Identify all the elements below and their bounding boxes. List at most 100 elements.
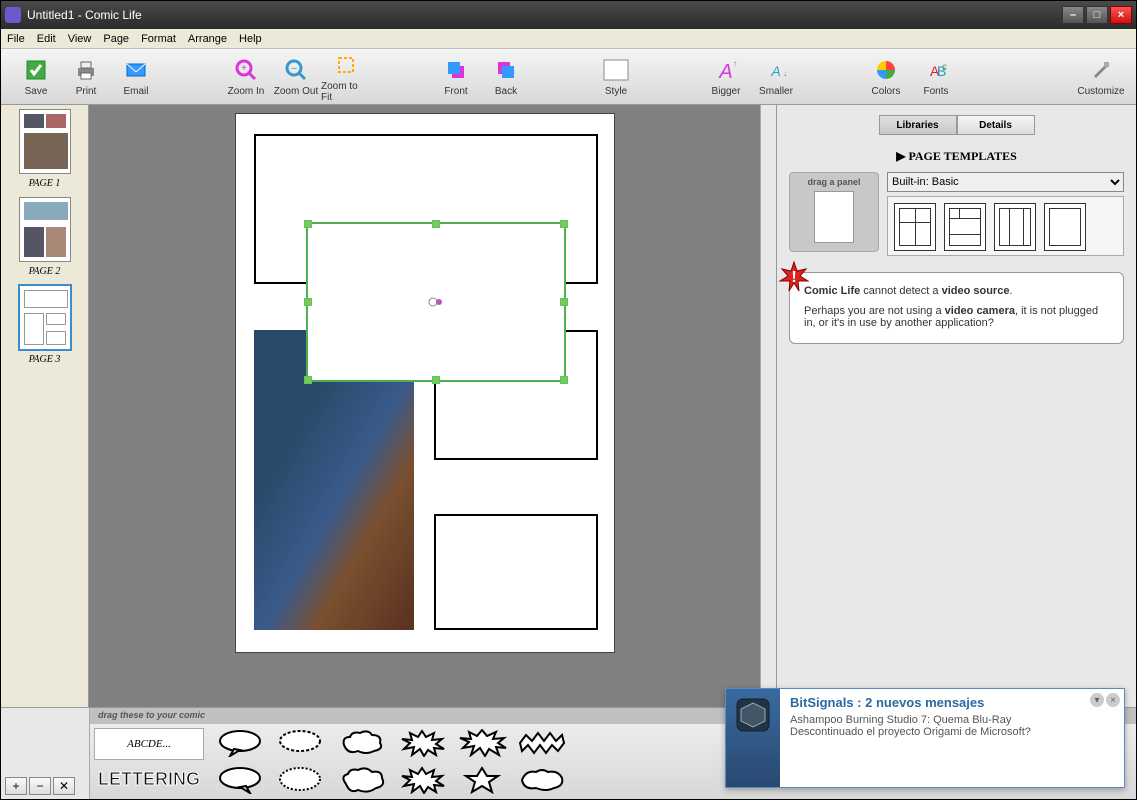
star-bubble[interactable] [454, 765, 510, 795]
tab-libraries[interactable]: Libraries [879, 115, 957, 135]
toolbar: Save Print Email +Zoom In –Zoom Out Zoom… [1, 49, 1136, 105]
notification-icon [726, 689, 780, 787]
svg-text:↑: ↑ [733, 59, 737, 68]
burst-bubble-2[interactable] [394, 765, 450, 795]
titlebar[interactable]: Untitled1 - Comic Life – □ × [1, 1, 1136, 29]
tab-details[interactable]: Details [957, 115, 1035, 135]
alert-icon: ! [778, 261, 810, 293]
menu-file[interactable]: File [7, 33, 25, 45]
notification-line-2: Descontinuado el proyecto Origami de Mic… [790, 726, 1114, 738]
colors-icon [872, 56, 900, 84]
save-icon [22, 56, 50, 84]
cloud-bubble[interactable] [334, 728, 390, 758]
page-label-1: PAGE 1 [5, 178, 84, 189]
selected-panel[interactable] [306, 222, 566, 382]
email-icon [122, 56, 150, 84]
svg-text:c: c [942, 62, 947, 73]
drag-panel-box[interactable]: drag a panel [789, 172, 879, 252]
lettering-element[interactable]: LETTERING [94, 763, 204, 795]
template-thumb[interactable] [994, 203, 1036, 251]
fonts-button[interactable]: ABcFonts [911, 56, 961, 97]
notification-minimize[interactable]: ▾ [1090, 693, 1104, 707]
drag-label: drag a panel [807, 177, 860, 187]
notification-line-1: Ashampoo Burning Studio 7: Quema Blu-Ray [790, 714, 1114, 726]
print-icon [72, 56, 100, 84]
jagged-bubble[interactable] [514, 728, 570, 758]
page-controls: + − ✕ [1, 708, 89, 799]
bigger-icon: A↑ [712, 56, 740, 84]
svg-text:!: ! [791, 269, 796, 286]
app-icon [5, 7, 21, 23]
page-settings-button[interactable]: ✕ [53, 777, 75, 795]
page-thumb-2[interactable] [19, 197, 71, 262]
svg-text:↓: ↓ [783, 69, 787, 78]
svg-text:A: A [718, 61, 732, 82]
right-panel: Libraries Details ▶ PAGE TEMPLATES drag … [776, 105, 1136, 707]
page-thumb-1[interactable] [19, 109, 71, 174]
text-element[interactable]: ABCDE... [94, 728, 204, 760]
window-title: Untitled1 - Comic Life [27, 8, 1062, 22]
menubar: File Edit View Page Format Arrange Help [1, 29, 1136, 49]
customize-icon [1087, 56, 1115, 84]
notification-popup[interactable]: BitSignals : 2 nuevos mensajes Ashampoo … [725, 688, 1125, 788]
page-thumbnails: PAGE 1 PAGE 2 PAGE 3 [1, 105, 89, 707]
menu-arrange[interactable]: Arrange [188, 33, 227, 45]
add-page-button[interactable]: + [5, 777, 27, 795]
zoom-out-icon: – [282, 56, 310, 84]
menu-page[interactable]: Page [103, 33, 129, 45]
zoom-fit-button[interactable]: Zoom to Fit [321, 51, 371, 103]
customize-button[interactable]: Customize [1076, 56, 1126, 97]
menu-view[interactable]: View [68, 33, 92, 45]
whisper-bubble[interactable] [274, 765, 330, 795]
template-grid[interactable] [887, 196, 1124, 256]
section-title: ▶ PAGE TEMPLATES [781, 149, 1132, 164]
save-button[interactable]: Save [11, 56, 61, 97]
content-area: PAGE 1 PAGE 2 PAGE 3 [1, 105, 1136, 707]
front-button[interactable]: Front [431, 56, 481, 97]
smaller-button[interactable]: A↓Smaller [751, 56, 801, 97]
burst-bubble[interactable] [394, 728, 450, 758]
page-label-3: PAGE 3 [5, 354, 84, 365]
canvas-area[interactable] [89, 105, 760, 707]
style-icon [602, 56, 630, 84]
comic-page[interactable] [235, 113, 615, 653]
template-thumb[interactable] [894, 203, 936, 251]
svg-text:+: + [241, 63, 247, 74]
close-button[interactable]: × [1110, 6, 1132, 24]
remove-page-button[interactable]: − [29, 777, 51, 795]
menu-edit[interactable]: Edit [37, 33, 56, 45]
zoom-in-button[interactable]: +Zoom In [221, 56, 271, 97]
spiky-bubble[interactable] [454, 728, 510, 758]
smaller-icon: A↓ [762, 56, 790, 84]
maximize-button[interactable]: □ [1086, 6, 1108, 24]
panel-bottom-right[interactable] [434, 514, 598, 630]
notification-title: BitSignals : 2 nuevos mensajes [790, 695, 1114, 710]
menu-format[interactable]: Format [141, 33, 176, 45]
back-icon [492, 56, 520, 84]
template-thumb[interactable] [1044, 203, 1086, 251]
rough-bubble[interactable] [514, 765, 570, 795]
speech-bubble-oval[interactable] [214, 728, 270, 758]
colors-button[interactable]: Colors [861, 56, 911, 97]
print-button[interactable]: Print [61, 56, 111, 97]
bigger-button[interactable]: A↑Bigger [701, 56, 751, 97]
blank-panel-icon [814, 191, 854, 243]
back-button[interactable]: Back [481, 56, 531, 97]
zoom-in-icon: + [232, 56, 260, 84]
vertical-scrollbar[interactable] [760, 105, 776, 707]
email-button[interactable]: Email [111, 56, 161, 97]
cloud-bubble-2[interactable] [334, 765, 390, 795]
svg-text:A: A [770, 63, 780, 79]
front-icon [442, 56, 470, 84]
fonts-icon: ABc [922, 56, 950, 84]
template-thumb[interactable] [944, 203, 986, 251]
zoom-out-button[interactable]: –Zoom Out [271, 56, 321, 97]
template-select[interactable]: Built-in: Basic [887, 172, 1124, 192]
speech-bubble-2[interactable] [214, 765, 270, 795]
minimize-button[interactable]: – [1062, 6, 1084, 24]
style-button[interactable]: Style [591, 56, 641, 97]
notification-close[interactable]: × [1106, 693, 1120, 707]
page-thumb-3[interactable] [19, 285, 71, 350]
menu-help[interactable]: Help [239, 33, 262, 45]
thought-bubble[interactable] [274, 728, 330, 758]
